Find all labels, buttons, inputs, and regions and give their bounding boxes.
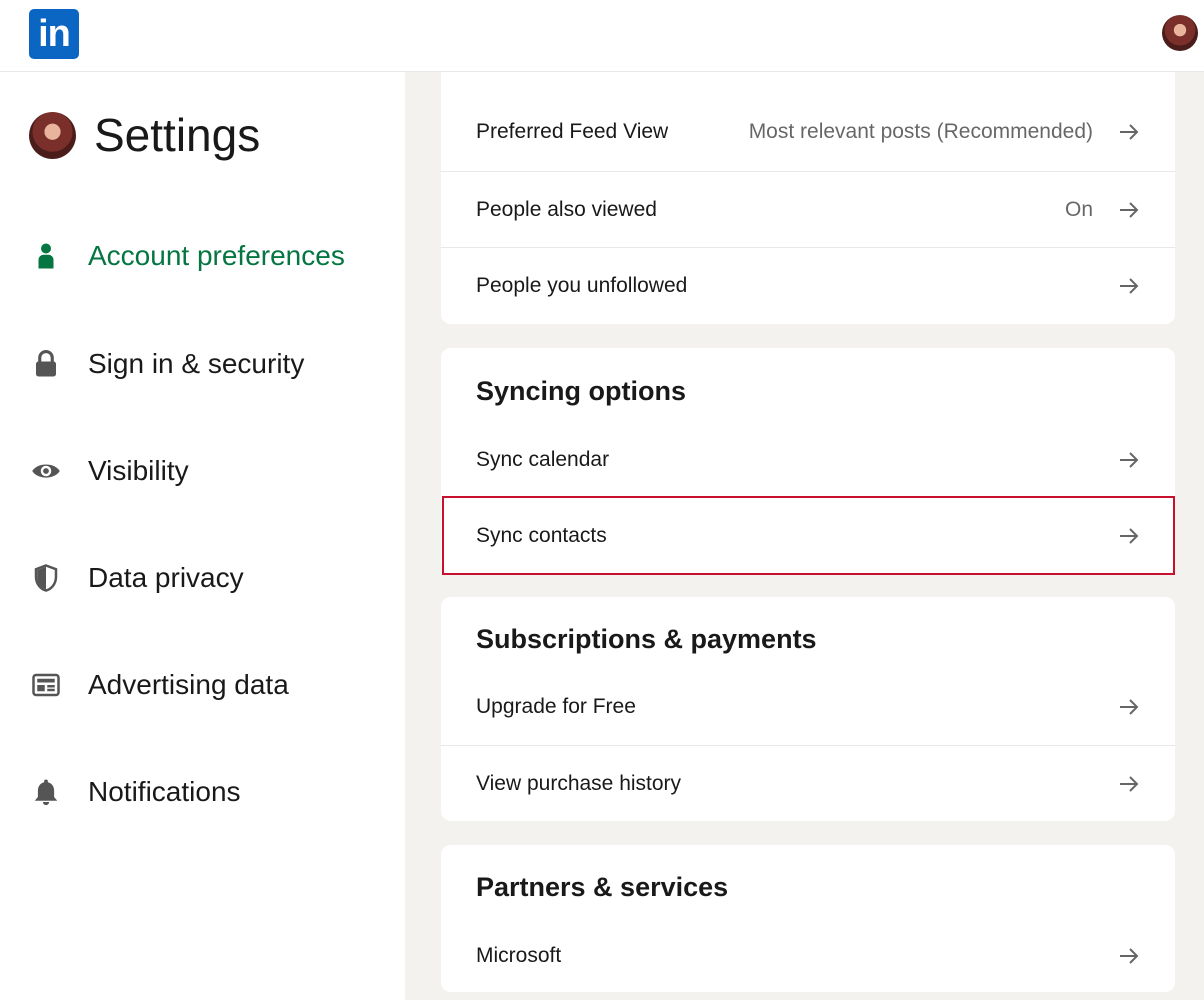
- arrow-right-icon: [1120, 776, 1139, 792]
- settings-content: Preferred Feed View Most relevant posts …: [405, 72, 1204, 1000]
- arrow-right-icon: [1120, 452, 1139, 468]
- arrow-right-icon: [1120, 124, 1139, 140]
- top-navigation-bar: in: [0, 0, 1204, 72]
- sidebar-item-label: Notifications: [88, 776, 241, 807]
- setting-row-sync-calendar[interactable]: Sync calendar: [441, 422, 1175, 498]
- setting-value: On: [1064, 198, 1093, 221]
- setting-label: Microsoft: [476, 944, 562, 967]
- subscriptions-payments-card: Subscriptions & payments Upgrade for Fre…: [441, 597, 1175, 821]
- sidebar-item-visibility[interactable]: Visibility: [29, 451, 389, 491]
- syncing-options-card: Syncing options Sync calendar Sync conta…: [441, 348, 1175, 574]
- logo-text: in: [38, 13, 71, 55]
- setting-row-upgrade-for-free[interactable]: Upgrade for Free: [441, 669, 1175, 745]
- setting-row-view-purchase-history[interactable]: View purchase history: [441, 745, 1175, 821]
- section-title: Syncing options: [476, 376, 687, 406]
- setting-label: Sync calendar: [476, 448, 610, 471]
- setting-row-preferred-feed-view[interactable]: Preferred Feed View Most relevant posts …: [441, 94, 1175, 170]
- arrow-right-icon: [1120, 528, 1139, 544]
- person-icon: [29, 239, 63, 273]
- partners-services-card: Partners & services Microsoft: [441, 845, 1175, 992]
- sidebar-item-notifications[interactable]: Notifications: [29, 772, 389, 812]
- section-title: Subscriptions & payments: [476, 624, 817, 654]
- sidebar-item-label: Visibility: [88, 455, 189, 486]
- page-title: Settings: [94, 109, 261, 161]
- sidebar-item-sign-in-security[interactable]: Sign in & security: [29, 344, 389, 384]
- general-preferences-card: Preferred Feed View Most relevant posts …: [441, 72, 1175, 324]
- arrow-right-icon: [1120, 202, 1139, 218]
- arrow-right-icon: [1120, 278, 1139, 294]
- newspaper-icon: [29, 668, 63, 702]
- section-title: Partners & services: [476, 872, 729, 902]
- sidebar-item-label: Account preferences: [88, 240, 345, 271]
- setting-row-people-also-viewed[interactable]: People also viewed On: [441, 171, 1175, 248]
- shield-icon: [29, 561, 63, 595]
- setting-label: View purchase history: [476, 772, 682, 795]
- bell-icon: [29, 775, 63, 809]
- setting-row-microsoft[interactable]: Microsoft: [441, 918, 1175, 992]
- setting-label: People you unfollowed: [476, 274, 688, 297]
- linkedin-logo[interactable]: in: [29, 9, 79, 59]
- setting-label: People also viewed: [476, 198, 657, 221]
- setting-row-sync-contacts[interactable]: Sync contacts: [441, 498, 1175, 574]
- settings-sidebar: Settings Account preferences Sign in & s…: [0, 72, 405, 1000]
- sidebar-item-account-preferences[interactable]: Account preferences: [29, 236, 389, 276]
- setting-row-people-you-unfollowed[interactable]: People you unfollowed: [441, 247, 1175, 324]
- setting-value: Most relevant posts (Recommended): [748, 120, 1093, 143]
- settings-avatar: [29, 112, 76, 159]
- eye-icon: [29, 454, 63, 488]
- sidebar-item-label: Data privacy: [88, 562, 244, 593]
- setting-label: Preferred Feed View: [476, 120, 669, 143]
- profile-avatar[interactable]: [1162, 15, 1198, 51]
- arrow-right-icon: [1120, 948, 1139, 964]
- setting-label: Sync contacts: [476, 524, 607, 547]
- sidebar-item-label: Sign in & security: [88, 348, 305, 379]
- arrow-right-icon: [1120, 699, 1139, 715]
- setting-label: Upgrade for Free: [476, 695, 636, 718]
- lock-icon: [29, 347, 63, 381]
- sidebar-item-label: Advertising data: [88, 669, 289, 700]
- sidebar-item-advertising-data[interactable]: Advertising data: [29, 665, 389, 705]
- sidebar-item-data-privacy[interactable]: Data privacy: [29, 558, 389, 598]
